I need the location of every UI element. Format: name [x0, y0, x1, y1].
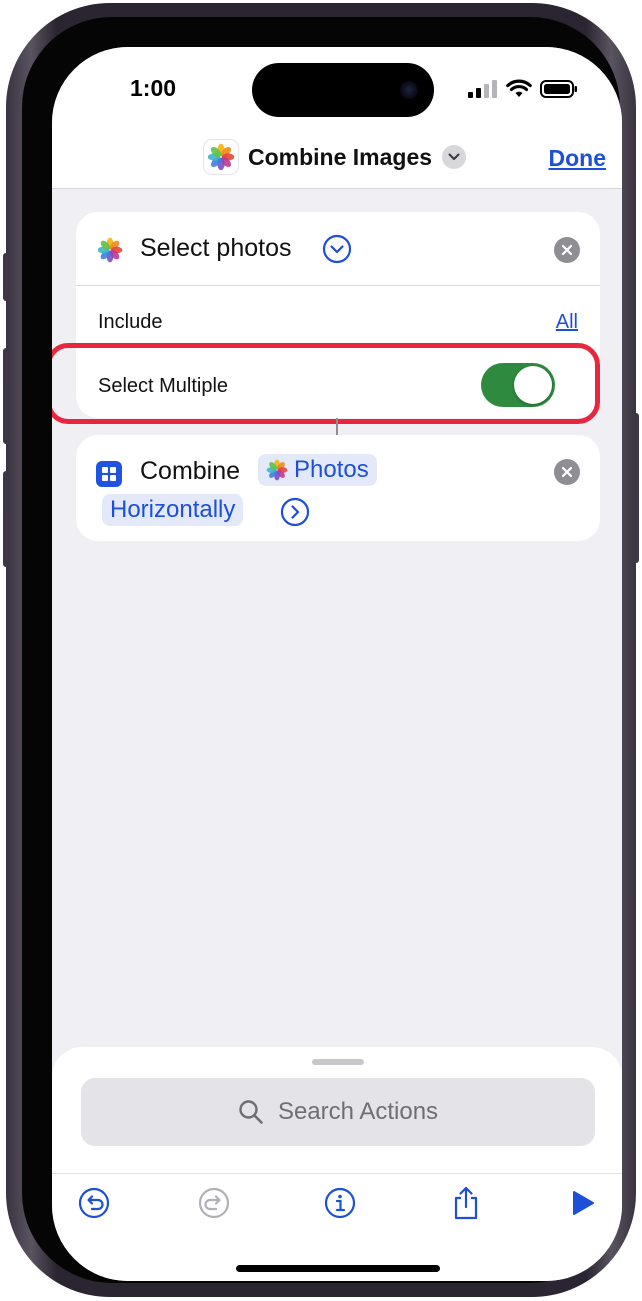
combine-images-action: Combine Photos Horizontally: [76, 435, 600, 541]
wifi-icon: [506, 79, 532, 97]
camera-icon: [400, 81, 418, 99]
photos-icon: [96, 236, 124, 264]
select-photos-header: Select photos: [76, 212, 600, 286]
highlight-annotation: [52, 343, 600, 424]
search-icon: [239, 1100, 263, 1124]
grid-icon: [96, 461, 122, 487]
shortcut-title-menu[interactable]: Combine Images: [204, 140, 467, 174]
status-time: 1:00: [130, 75, 177, 101]
toolbar-divider: [52, 1173, 622, 1174]
home-indicator[interactable]: [236, 1265, 440, 1272]
shortcut-title: Combine Images: [248, 143, 433, 170]
info-button[interactable]: [322, 1185, 358, 1221]
phone-frame: 1:00 Combine Images Done Select photos I…: [3, 3, 639, 1297]
action-button: [3, 253, 9, 301]
dynamic-island: [252, 63, 434, 117]
bezel: 1:00 Combine Images Done Select photos I…: [22, 17, 622, 1283]
photos-token-label: Photos: [294, 456, 369, 483]
search-actions-field[interactable]: Search Actions: [81, 1078, 595, 1146]
include-value[interactable]: All: [556, 311, 578, 334]
remove-action-button[interactable]: [554, 459, 580, 485]
chevron-down-icon[interactable]: [442, 145, 467, 169]
status-icons: [468, 79, 578, 98]
undo-button[interactable]: [76, 1185, 112, 1221]
actions-sheet: Search Actions: [52, 1047, 622, 1281]
close-icon: [561, 466, 573, 478]
direction-token-label: Horizontally: [110, 496, 236, 523]
share-icon: [454, 1186, 478, 1220]
photos-icon: [266, 459, 288, 481]
power-button: [633, 413, 639, 563]
include-label: Include: [98, 311, 163, 333]
run-button[interactable]: [564, 1185, 600, 1221]
share-button[interactable]: [448, 1185, 484, 1221]
chevron-right-circle-icon[interactable]: [280, 497, 310, 527]
chevron-down-circle-icon[interactable]: [322, 234, 352, 264]
redo-icon: [198, 1187, 230, 1219]
volume-up-button: [3, 348, 9, 444]
search-placeholder: Search Actions: [277, 1098, 439, 1125]
photos-icon: [204, 140, 238, 174]
cellular-signal-icon: [468, 79, 497, 98]
done-button[interactable]: Done: [549, 145, 607, 172]
redo-button[interactable]: [196, 1185, 232, 1221]
screen: 1:00 Combine Images Done Select photos I…: [52, 47, 622, 1281]
play-icon: [573, 1191, 594, 1215]
info-icon: [324, 1187, 356, 1219]
status-bar: 1:00: [52, 47, 622, 137]
direction-token[interactable]: Horizontally: [102, 494, 244, 526]
select-photos-title: Select photos: [140, 234, 292, 262]
battery-icon: [540, 79, 577, 98]
volume-down-button: [3, 471, 9, 567]
undo-icon: [78, 1187, 110, 1219]
navigation-bar: Combine Images Done: [52, 137, 622, 189]
remove-action-button[interactable]: [554, 237, 580, 263]
close-icon: [561, 244, 573, 256]
combine-label: Combine: [140, 457, 241, 485]
action-connector: [336, 418, 338, 436]
photos-variable-token[interactable]: Photos: [258, 454, 377, 486]
sheet-grabber[interactable]: [312, 1059, 364, 1065]
